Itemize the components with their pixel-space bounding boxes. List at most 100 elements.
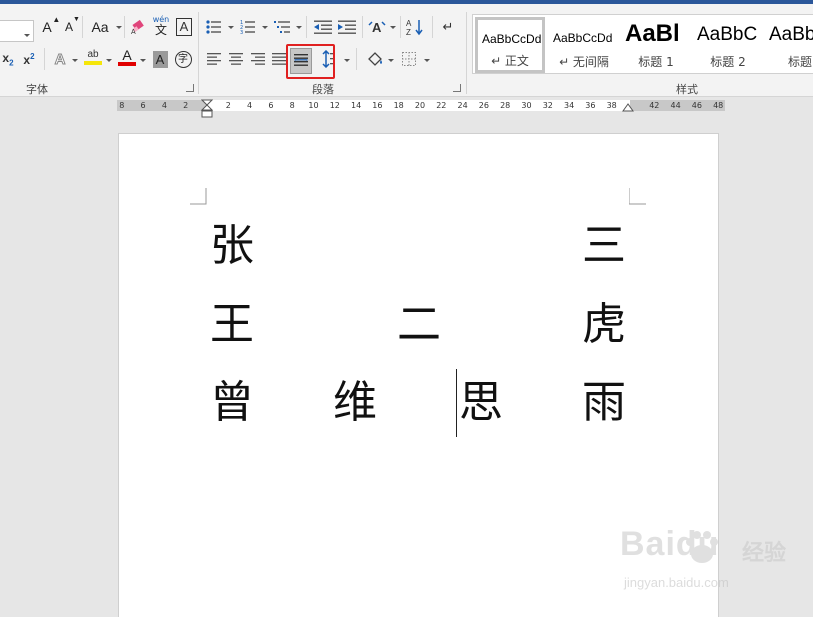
svg-text:A: A — [131, 29, 136, 35]
font-dialog-launcher[interactable] — [186, 84, 194, 92]
highlight-color-bar — [84, 61, 102, 65]
bullets-button[interactable] — [204, 16, 224, 38]
multilevel-list-icon — [274, 21, 290, 33]
character-border-button[interactable]: A — [174, 16, 194, 38]
ruler-tick-label: 18 — [393, 101, 404, 110]
svg-text:3: 3 — [240, 30, 243, 34]
ruler-tick-label: 28 — [500, 101, 511, 110]
ruler-tick-label: 8 — [119, 101, 125, 110]
borders-button[interactable] — [398, 48, 420, 70]
svg-text:A: A — [406, 19, 412, 28]
highlight-button[interactable]: ab — [82, 46, 104, 68]
numbering-dropdown-arrow[interactable] — [262, 26, 268, 29]
ruler-tick-label: 44 — [670, 101, 681, 110]
align-right-icon — [251, 53, 265, 65]
multilevel-list-dropdown-arrow[interactable] — [296, 26, 302, 29]
superscript-button[interactable]: x2 — [20, 48, 38, 70]
style-normal[interactable]: AaBbCcDd ↵ 正文 — [475, 17, 545, 73]
line-spacing-dropdown-arrow[interactable] — [344, 59, 350, 62]
ribbon: A ▲ A ▼ Aa A wén 文 A x2 x2 A ab A A 字 字体… — [0, 4, 813, 97]
ruler-tick-label: 2 — [225, 101, 231, 110]
grow-font-glyph: A — [42, 19, 52, 35]
shading-button[interactable] — [364, 48, 386, 70]
show-paragraph-marks-button[interactable]: ↵ — [438, 16, 458, 38]
text-effects-icon: A — [54, 50, 66, 68]
style-title[interactable]: AaBb 标题 — [765, 17, 813, 73]
right-indent-marker[interactable] — [622, 103, 634, 113]
font-group-label: 字体 — [26, 83, 48, 96]
ruler-tick-label: 22 — [436, 101, 447, 110]
decrease-indent-icon — [314, 20, 332, 34]
style-heading-1-sample: AaBl — [625, 20, 680, 47]
grow-font-button[interactable]: A ▲ — [36, 15, 61, 38]
highlighter-icon: ab — [87, 49, 99, 60]
justify-icon — [272, 53, 286, 65]
increase-indent-button[interactable] — [336, 16, 358, 38]
multilevel-list-button[interactable] — [272, 16, 294, 38]
subscript-icon: x2 — [2, 51, 13, 67]
svg-text:A: A — [372, 20, 382, 35]
align-right-button[interactable] — [248, 48, 268, 70]
paint-bucket-icon — [368, 52, 382, 66]
change-case-dropdown-arrow[interactable] — [116, 26, 122, 29]
shrink-font-button[interactable]: A ▼ — [58, 16, 80, 38]
sort-icon: A Z — [406, 19, 423, 36]
bullets-dropdown-arrow[interactable] — [228, 26, 234, 29]
chinese-layout-icon: A — [368, 20, 386, 35]
borders-dropdown-arrow[interactable] — [424, 59, 430, 62]
numbered-list-icon: 1 2 3 — [240, 20, 255, 34]
text-effects-dropdown-arrow[interactable] — [72, 59, 78, 62]
grow-font-icon: A ▲ — [42, 15, 61, 35]
style-no-spacing[interactable]: AaBbCcDd ↵ 无间隔 — [549, 17, 619, 73]
paragraph-group-label: 段落 — [312, 83, 334, 96]
ruler-tick-label: 8 — [289, 101, 295, 110]
enclose-characters-button[interactable]: 字 — [172, 48, 194, 70]
shrink-font-icon: A ▼ — [64, 16, 80, 34]
ruler-tick-label: 36 — [585, 101, 596, 110]
doc-char: 虎 — [582, 299, 626, 350]
font-size-input[interactable] — [0, 20, 34, 42]
text-effects-button[interactable]: A — [50, 48, 70, 70]
ruler-tick-label: 10 — [308, 101, 319, 110]
change-case-button[interactable]: Aa — [86, 16, 114, 38]
watermark-cn: 经验 — [742, 541, 787, 566]
superscript-icon: x2 — [23, 52, 34, 67]
highlight-dropdown-arrow[interactable] — [106, 59, 112, 62]
character-border-icon: A — [176, 18, 192, 36]
phonetic-char-text: 文 — [154, 23, 167, 37]
enclose-characters-icon: 字 — [174, 50, 192, 68]
decrease-indent-button[interactable] — [312, 16, 334, 38]
font-size-dropdown-arrow[interactable] — [24, 34, 30, 37]
ruler-tick-label: 2 — [183, 101, 189, 110]
ruler-tick-label: 4 — [247, 101, 253, 110]
doc-char: 思 — [459, 377, 503, 428]
doc-char: 维 — [333, 377, 377, 428]
ruler-tick-label: 12 — [329, 101, 340, 110]
increase-indent-icon — [338, 20, 356, 34]
doc-char: 曾 — [210, 377, 254, 428]
sort-button[interactable]: A Z — [404, 16, 426, 38]
ruler-tick-label: 24 — [457, 101, 468, 110]
align-center-button[interactable] — [226, 48, 246, 70]
style-heading-1[interactable]: AaBl 标题 1 — [621, 17, 691, 73]
style-heading-2[interactable]: AaBbC 标题 2 — [693, 17, 763, 73]
align-left-button[interactable] — [204, 48, 224, 70]
chinese-layout-button[interactable]: A — [366, 16, 388, 38]
baidu-watermark: Baidu 经验 jingyan.baidu.com — [620, 525, 810, 605]
numbering-button[interactable]: 1 2 3 — [238, 16, 258, 38]
font-color-dropdown-arrow[interactable] — [140, 59, 146, 62]
font-color-button[interactable]: A — [116, 46, 138, 68]
chinese-layout-dropdown-arrow[interactable] — [390, 26, 396, 29]
phonetic-guide-button[interactable]: wén 文 — [150, 14, 172, 36]
svg-text:Z: Z — [406, 28, 411, 36]
styles-group-label: 样式 — [676, 83, 698, 96]
first-line-indent-marker[interactable] — [201, 99, 213, 119]
change-case-icon: Aa — [91, 19, 109, 35]
clear-formatting-button[interactable]: A — [128, 16, 150, 38]
subscript-button[interactable]: x2 — [0, 48, 16, 70]
paragraph-dialog-launcher[interactable] — [453, 84, 461, 92]
ruler-tick-label: 34 — [564, 101, 575, 110]
character-shading-button[interactable]: A — [150, 48, 170, 70]
ruler-tick-label: 38 — [606, 101, 617, 110]
shading-dropdown-arrow[interactable] — [388, 59, 394, 62]
